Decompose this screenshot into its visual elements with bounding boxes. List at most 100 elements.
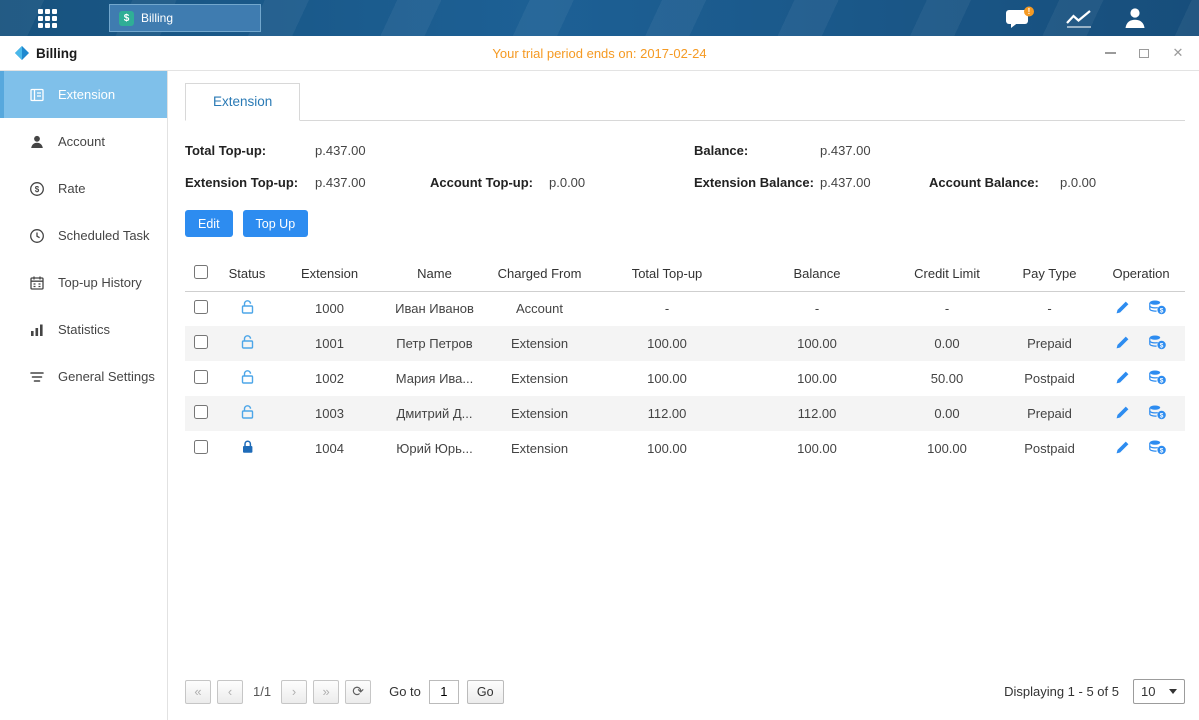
summary-extension-topup: Extension Top-up: p.437.00 [185, 175, 430, 190]
top-bar: $ Billing ! [0, 0, 1199, 36]
row-checkbox[interactable] [194, 440, 208, 454]
pay-type-cell: Prepaid [1002, 326, 1097, 361]
edit-icon[interactable] [1115, 300, 1130, 318]
sidebar-item-general-settings[interactable]: General Settings [0, 353, 167, 400]
balance-cell: - [742, 291, 892, 326]
first-page-button[interactable]: « [185, 680, 211, 704]
notification-badge: ! [1028, 7, 1031, 16]
page-size-select[interactable]: 10 [1133, 679, 1185, 704]
topup-icon[interactable]: $ [1148, 404, 1167, 423]
prev-page-button[interactable]: ‹ [217, 680, 243, 704]
notifications-icon[interactable]: ! [1005, 6, 1035, 30]
charged-from-cell: Extension [487, 396, 592, 431]
topup-icon[interactable]: $ [1148, 439, 1167, 458]
next-page-button[interactable]: › [281, 680, 307, 704]
svg-text:$: $ [1160, 447, 1164, 454]
edit-icon[interactable] [1115, 335, 1130, 353]
sidebar-item-topup-history[interactable]: Top-up History [0, 259, 167, 306]
tab-bar: Extension [185, 83, 1185, 121]
total-topup-cell: 100.00 [592, 431, 742, 466]
app-launcher-icon[interactable] [38, 9, 57, 28]
credit-limit-cell: 50.00 [892, 361, 1002, 396]
sidebar-item-label: Rate [58, 181, 85, 196]
sidebar-item-statistics[interactable]: Statistics [0, 306, 167, 353]
extension-cell: 1004 [277, 431, 382, 466]
last-page-button[interactable]: » [313, 680, 339, 704]
go-button[interactable]: Go [467, 680, 504, 704]
total-topup-cell: - [592, 291, 742, 326]
minimize-button[interactable] [1103, 46, 1117, 60]
row-checkbox[interactable] [194, 300, 208, 314]
trial-notice: Your trial period ends on: 2017-02-24 [492, 46, 706, 61]
name-cell: Петр Петров [382, 326, 487, 361]
clock-icon [29, 228, 45, 244]
top-up-button[interactable]: Top Up [243, 210, 309, 237]
sidebar-item-rate[interactable]: $ Rate [0, 165, 167, 212]
col-operation: Operation [1097, 257, 1185, 291]
goto-page-input[interactable] [429, 680, 459, 704]
statistics-chart-icon[interactable] [1065, 8, 1093, 28]
topbar-tab-billing[interactable]: $ Billing [109, 4, 261, 32]
maximize-button[interactable] [1137, 46, 1151, 60]
sidebar-item-account[interactable]: Account [0, 118, 167, 165]
row-checkbox[interactable] [194, 405, 208, 419]
sidebar: Extension Account $ Rate Scheduled Task [0, 71, 168, 720]
main-panel: Extension Total Top-up: p.437.00 Balance… [168, 71, 1199, 720]
billing-app-logo-icon [14, 45, 30, 61]
topup-icon[interactable]: $ [1148, 369, 1167, 388]
tab-extension[interactable]: Extension [185, 83, 300, 121]
sidebar-item-scheduled-task[interactable]: Scheduled Task [0, 212, 167, 259]
bar-chart-icon [29, 322, 45, 338]
refresh-icon[interactable]: ⟳ [345, 680, 371, 704]
edit-icon[interactable] [1115, 370, 1130, 388]
page-size-value: 10 [1141, 684, 1155, 699]
edit-icon[interactable] [1115, 440, 1130, 458]
unlocked-icon[interactable] [240, 404, 255, 423]
sidebar-item-label: General Settings [58, 369, 155, 384]
unlocked-icon[interactable] [240, 369, 255, 388]
topup-icon[interactable]: $ [1148, 299, 1167, 318]
extension-icon [29, 87, 45, 103]
pay-type-cell: Postpaid [1002, 431, 1097, 466]
window-title: Billing [36, 46, 77, 61]
edit-button[interactable]: Edit [185, 210, 233, 237]
billing-summary: Total Top-up: p.437.00 Balance: p.437.00… [185, 143, 1185, 190]
row-checkbox[interactable] [194, 335, 208, 349]
pagination-bar: « ‹ 1/1 › » ⟳ Go to Go Displaying 1 - 5 … [185, 679, 1185, 720]
credit-limit-cell: 0.00 [892, 326, 1002, 361]
edit-icon[interactable] [1115, 405, 1130, 423]
locked-icon[interactable] [240, 439, 255, 458]
table-row: 1000 Иван Иванов Account - - - - $ [185, 291, 1185, 326]
topup-icon[interactable]: $ [1148, 334, 1167, 353]
col-balance: Balance [742, 257, 892, 291]
billing-dollar-icon: $ [119, 11, 134, 26]
summary-extension-balance: Extension Balance: p.437.00 [694, 175, 929, 190]
col-extension: Extension [277, 257, 382, 291]
col-name: Name [382, 257, 487, 291]
balance-cell: 112.00 [742, 396, 892, 431]
chevron-down-icon [1169, 689, 1177, 694]
sidebar-item-label: Top-up History [58, 275, 142, 290]
extensions-table: Status Extension Name Charged From Total… [185, 257, 1185, 466]
displaying-count: Displaying 1 - 5 of 5 [1004, 684, 1119, 699]
total-topup-cell: 100.00 [592, 326, 742, 361]
select-all-checkbox[interactable] [194, 265, 208, 279]
sidebar-item-extension[interactable]: Extension [0, 71, 167, 118]
svg-text:$: $ [1160, 412, 1164, 419]
unlocked-icon[interactable] [240, 334, 255, 353]
user-account-icon[interactable] [1123, 6, 1147, 30]
row-checkbox[interactable] [194, 370, 208, 384]
window-title-bar: Billing Your trial period ends on: 2017-… [0, 36, 1199, 71]
unlocked-icon[interactable] [240, 299, 255, 318]
table-row: 1004 Юрий Юрь... Extension 100.00 100.00… [185, 431, 1185, 466]
sidebar-item-label: Scheduled Task [58, 228, 150, 243]
pay-type-cell: Prepaid [1002, 396, 1097, 431]
sidebar-item-label: Extension [58, 87, 115, 102]
balance-cell: 100.00 [742, 326, 892, 361]
credit-limit-cell: - [892, 291, 1002, 326]
page-indicator: 1/1 [253, 684, 271, 699]
total-topup-cell: 112.00 [592, 396, 742, 431]
name-cell: Иван Иванов [382, 291, 487, 326]
balance-cell: 100.00 [742, 361, 892, 396]
close-button[interactable]: ✕ [1171, 46, 1185, 60]
